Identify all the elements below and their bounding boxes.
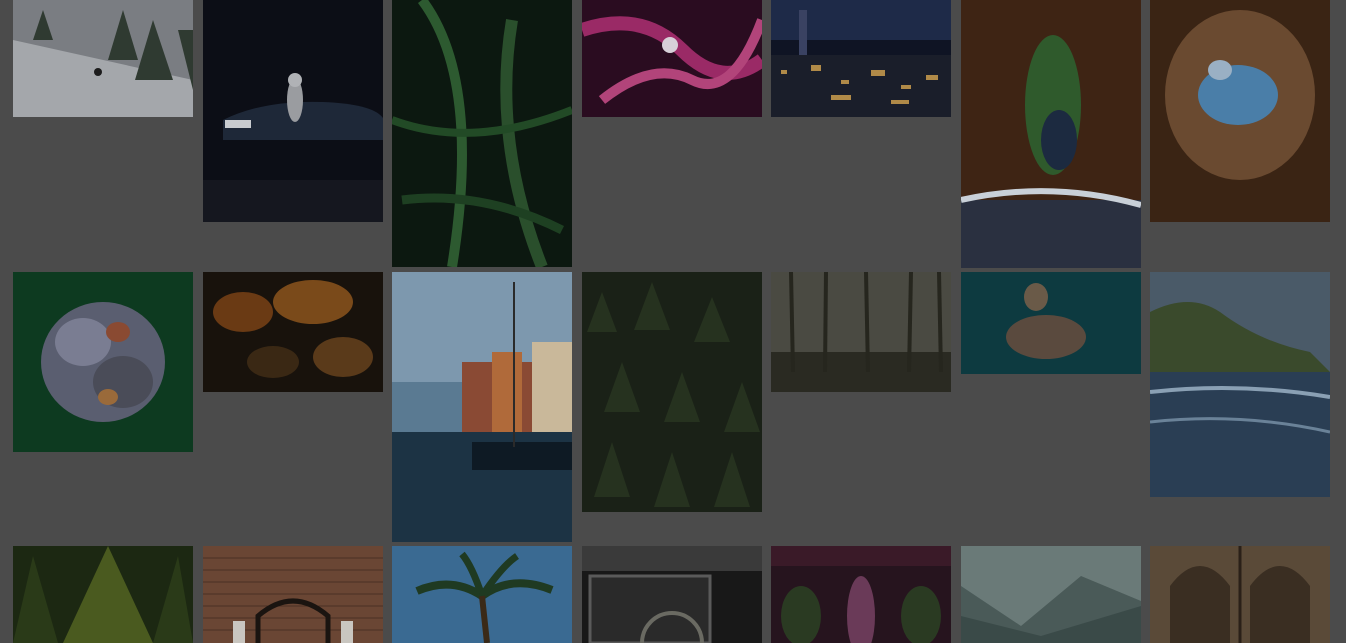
photo-brick-wall-chair[interactable] xyxy=(203,546,383,643)
photo-pink-coral-tendrils[interactable] xyxy=(582,0,762,117)
photo-aerial-pine-forest[interactable] xyxy=(582,272,762,512)
photo-snowboarder-snowy-forest[interactable] xyxy=(13,0,193,117)
photo-gothic-arches-hall[interactable] xyxy=(1150,546,1330,643)
photo-abstract-sculpture-green[interactable] xyxy=(13,272,193,452)
photo-palm-tree-sky[interactable] xyxy=(392,546,572,643)
photo-aerial-island-coast[interactable] xyxy=(961,0,1141,268)
photo-misty-mountains[interactable] xyxy=(961,546,1141,643)
photo-abstract-orange-texture[interactable] xyxy=(203,272,383,392)
photo-fern-leaves[interactable] xyxy=(392,0,572,267)
photo-vintage-car-interior[interactable] xyxy=(582,546,762,643)
photo-aerial-desert-lake[interactable] xyxy=(1150,0,1330,222)
photo-misty-forest[interactable] xyxy=(771,272,951,392)
photo-city-skyline-night[interactable] xyxy=(771,0,951,117)
photo-astronaut-classic-car-night[interactable] xyxy=(203,0,383,222)
photo-gallery xyxy=(0,0,1346,643)
photo-aerial-island-turquoise[interactable] xyxy=(961,272,1141,374)
photo-harbor-sailboats[interactable] xyxy=(392,272,572,542)
photo-lupine-flower[interactable] xyxy=(771,546,951,643)
photo-pine-tree-top[interactable] xyxy=(13,546,193,643)
photo-coastal-cliff-sea[interactable] xyxy=(1150,272,1330,497)
